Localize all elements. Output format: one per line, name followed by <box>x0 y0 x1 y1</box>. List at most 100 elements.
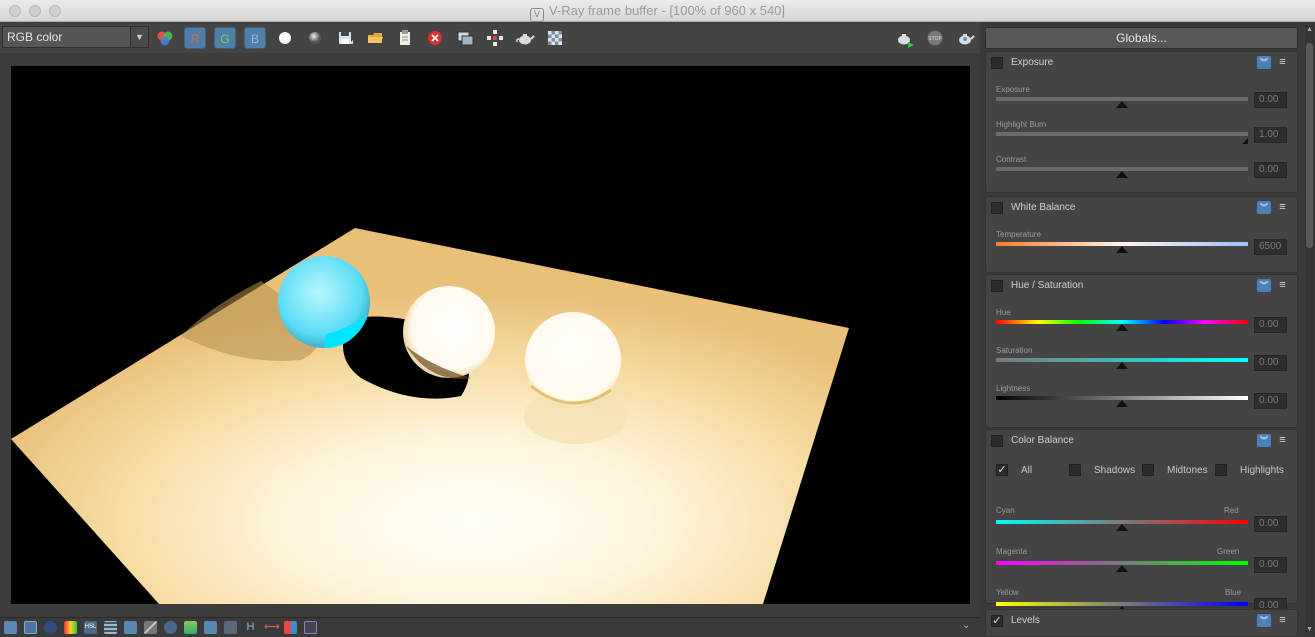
levels-enable-checkbox[interactable]: ✓ <box>991 615 1003 627</box>
levels-menu-icon[interactable]: ≡ <box>1277 615 1288 626</box>
cyan-red-value-field[interactable]: 0.00 <box>1254 516 1287 532</box>
levels-header: ✓ Levels ︾ ≡ <box>986 610 1297 632</box>
view-alpha-icon[interactable] <box>304 27 326 49</box>
highlight-burn-value-field[interactable]: 1.00 <box>1254 127 1287 143</box>
midtones-checkbox[interactable] <box>1142 464 1154 476</box>
render-icon[interactable] <box>894 27 916 49</box>
temperature-slider-thumb[interactable] <box>1116 246 1128 253</box>
status-bar: HSL H ⟷ ⌄ <box>0 617 980 637</box>
interactive-render-icon[interactable] <box>954 27 976 49</box>
hue-value-field[interactable]: 0.00 <box>1254 317 1287 333</box>
saturation-value-field[interactable]: 0.00 <box>1254 355 1287 371</box>
color-levels-icon[interactable] <box>64 621 77 634</box>
lightness-slider-thumb[interactable] <box>1116 400 1128 407</box>
highlight-burn-slider-thumb[interactable] <box>1242 138 1248 144</box>
highlights-checkbox[interactable] <box>1215 464 1227 476</box>
render-scene <box>11 228 849 604</box>
levels-section: ✓ Levels ︾ ≡ <box>985 609 1298 637</box>
exposure-header: Exposure ︾ ≡ <box>986 52 1297 74</box>
white-balance-icon[interactable] <box>164 621 177 634</box>
info-icon[interactable] <box>44 621 57 634</box>
stamp-icon[interactable] <box>304 621 317 634</box>
shadows-checkbox[interactable] <box>1069 464 1081 476</box>
title-bar: V V-Ray frame buffer - [100% of 960 x 540… <box>0 0 1315 22</box>
hue-label: Hue <box>996 308 1011 317</box>
blue-channel-button[interactable]: B <box>244 27 266 49</box>
view-white-icon[interactable] <box>274 27 296 49</box>
white-balance-enable-checkbox[interactable] <box>991 202 1003 214</box>
panel-scrollbar[interactable]: ▲ ▼ <box>1305 25 1314 635</box>
svg-text:STOP: STOP <box>928 36 941 42</box>
color-channels-icon[interactable] <box>154 27 176 49</box>
hue-saturation-section: Hue / Saturation ︾ ≡ Hue 0.00 Saturation… <box>985 274 1298 428</box>
green-channel-button[interactable]: G <box>214 27 236 49</box>
contrast-label: Contrast <box>996 155 1027 164</box>
open-folder-icon[interactable] <box>364 27 386 49</box>
channel-select[interactable]: RGB color ▼ <box>2 26 149 48</box>
clipboard-icon[interactable] <box>394 27 416 49</box>
hue-saturation-header: Hue / Saturation ︾ ≡ <box>986 275 1297 297</box>
white-balance-menu-icon[interactable]: ≡ <box>1277 202 1288 213</box>
lightness-value-field[interactable]: 0.00 <box>1254 393 1287 409</box>
duplicate-to-history-icon[interactable] <box>454 27 476 49</box>
curve-icon[interactable] <box>204 621 217 634</box>
exposure-value-field[interactable]: 0.00 <box>1254 92 1287 108</box>
globals-button[interactable]: Globals... <box>985 27 1298 49</box>
exposure-enable-checkbox[interactable] <box>991 57 1003 69</box>
curves-list-icon[interactable] <box>104 621 117 634</box>
white-balance-header: White Balance ︾ ≡ <box>986 197 1297 219</box>
color-balance-section: Color Balance ︾ ≡ ✓ All Shadows Midtones… <box>985 429 1298 614</box>
contrast-slider-thumb[interactable] <box>1116 171 1128 178</box>
track-mouse-icon[interactable] <box>484 27 506 49</box>
color-balance-collapse-icon[interactable]: ︾ <box>1257 434 1271 447</box>
hsl-icon[interactable]: HSL <box>84 621 97 634</box>
save-image-icon[interactable] <box>334 27 356 49</box>
saturation-slider-thumb[interactable] <box>1116 362 1128 369</box>
blue-label: Blue <box>1225 588 1242 597</box>
color-balance-enable-checkbox[interactable] <box>991 435 1003 447</box>
magenta-green-slider-thumb[interactable] <box>1116 565 1128 572</box>
compare-icon[interactable]: ⟷ <box>264 621 280 634</box>
history-icon[interactable] <box>24 621 37 634</box>
chevron-down-icon[interactable]: ▼ <box>130 27 148 47</box>
hue-saturation-title: Hue / Saturation <box>1011 280 1084 291</box>
display-colors-icon[interactable] <box>4 621 17 634</box>
color-balance-title: Color Balance <box>1011 435 1074 446</box>
lut-icon[interactable] <box>184 621 197 634</box>
rendered-image[interactable] <box>11 66 970 604</box>
exposure-slider-thumb[interactable] <box>1116 101 1128 108</box>
levels-collapse-icon[interactable]: ︾ <box>1257 614 1271 627</box>
highlight-burn-slider[interactable] <box>996 132 1248 136</box>
clear-image-icon[interactable] <box>424 27 446 49</box>
contrast-value-field[interactable]: 0.00 <box>1254 162 1287 178</box>
hue-saturation-menu-icon[interactable]: ≡ <box>1277 280 1288 291</box>
temperature-label: Temperature <box>996 230 1041 239</box>
hue-saturation-enable-checkbox[interactable] <box>991 280 1003 292</box>
green-label: Green <box>1217 547 1240 556</box>
temperature-value-field[interactable]: 6500 <box>1254 239 1287 255</box>
hue-slider-thumb[interactable] <box>1116 324 1128 331</box>
white-balance-collapse-icon[interactable]: ︾ <box>1257 201 1271 214</box>
red-channel-button[interactable]: R <box>184 27 206 49</box>
background-icon[interactable] <box>124 621 137 634</box>
scrollbar-thumb[interactable] <box>1306 43 1313 248</box>
image-viewport[interactable] <box>0 54 980 617</box>
teapot-region-icon[interactable] <box>514 27 536 49</box>
green-channel-label: G <box>220 32 230 46</box>
hue-saturation-collapse-icon[interactable]: ︾ <box>1257 279 1271 292</box>
exposure-collapse-icon[interactable]: ︾ <box>1257 56 1271 69</box>
scroll-up-icon[interactable]: ▲ <box>1305 25 1314 35</box>
collapse-panel-icon[interactable]: ⌄ <box>962 620 970 631</box>
magenta-green-value-field[interactable]: 0.00 <box>1254 557 1287 573</box>
scroll-down-icon[interactable]: ▼ <box>1305 625 1314 635</box>
ab-compare-icon[interactable] <box>284 621 297 634</box>
all-checkbox[interactable]: ✓ <box>996 464 1008 476</box>
exposure-icon[interactable] <box>144 621 157 634</box>
stop-render-icon[interactable]: STOP <box>924 27 946 49</box>
h-icon[interactable]: H <box>244 621 257 634</box>
checker-background-icon[interactable] <box>544 27 566 49</box>
cyan-red-slider-thumb[interactable] <box>1116 524 1128 531</box>
color-balance-menu-icon[interactable]: ≡ <box>1277 435 1288 446</box>
ocio-icon[interactable] <box>224 621 237 634</box>
exposure-menu-icon[interactable]: ≡ <box>1277 57 1288 68</box>
